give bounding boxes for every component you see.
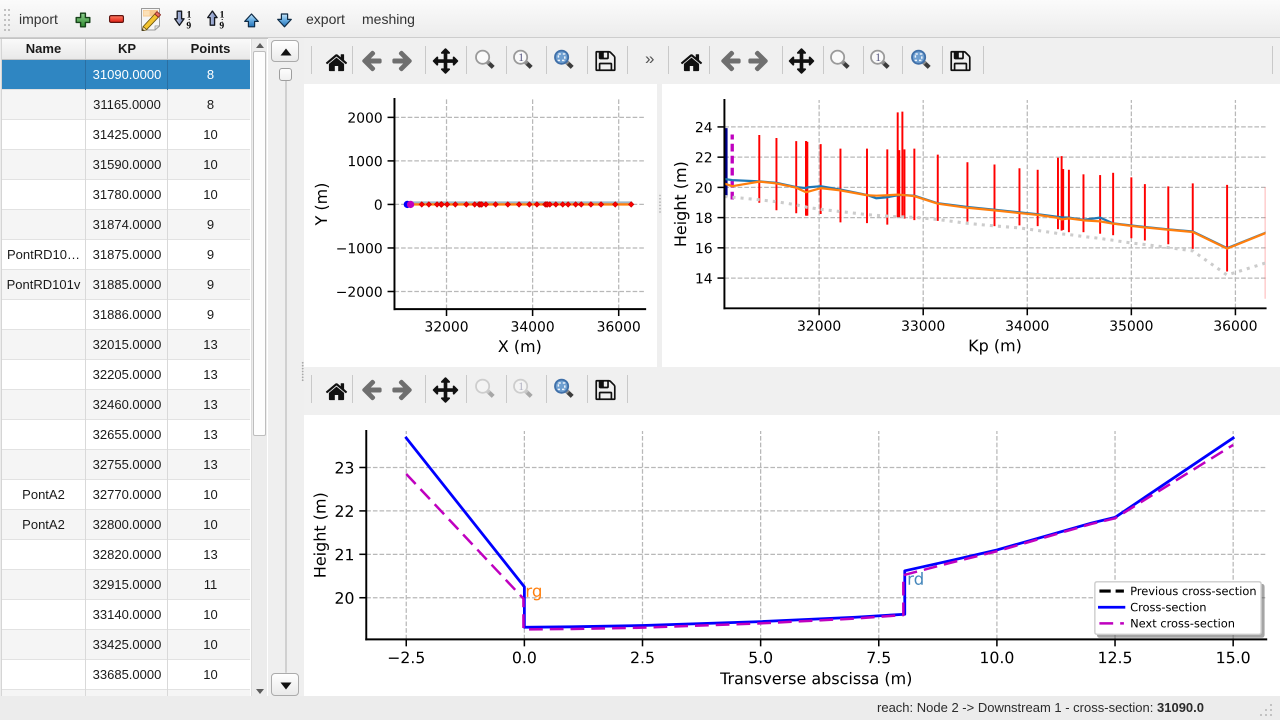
svg-text:1: 1 — [187, 10, 192, 21]
svg-text:9: 9 — [219, 21, 224, 29]
svg-text:1: 1 — [220, 10, 225, 21]
svg-text:9: 9 — [186, 21, 191, 29]
